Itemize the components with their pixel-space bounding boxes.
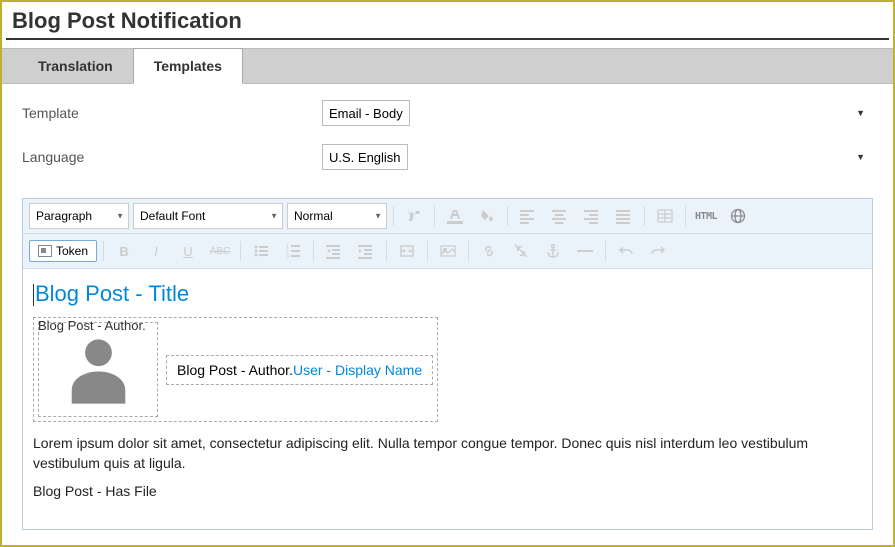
- bg-color-icon[interactable]: [473, 203, 501, 229]
- align-justify-icon[interactable]: [610, 203, 638, 229]
- tab-bar: Translation Templates: [2, 48, 893, 84]
- toolbar-separator: [103, 241, 104, 261]
- page-title: Blog Post Notification: [2, 2, 893, 38]
- title-token-text: Blog Post - Title: [35, 281, 189, 306]
- editor-body-text[interactable]: Lorem ipsum dolor sit amet, consectetur …: [33, 434, 862, 473]
- image-icon[interactable]: [434, 238, 462, 264]
- svg-text:3: 3: [286, 254, 289, 259]
- title-divider: [6, 38, 889, 40]
- toolbar-separator: [393, 206, 394, 226]
- person-silhouette-icon: [66, 334, 131, 409]
- undo-icon[interactable]: [612, 238, 640, 264]
- link-icon[interactable]: [475, 238, 503, 264]
- template-select-wrap: Email - Body: [322, 100, 873, 126]
- unlink-icon[interactable]: [507, 238, 535, 264]
- number-list-icon[interactable]: 123: [279, 238, 307, 264]
- italic-icon[interactable]: I: [142, 238, 170, 264]
- author-avatar-cell: [38, 322, 158, 417]
- template-row: Template Email - Body: [22, 100, 873, 126]
- author-box-label: Blog Post - Author.: [38, 318, 146, 333]
- paragraph-select[interactable]: Paragraph: [29, 203, 129, 229]
- token-icon: [38, 245, 52, 257]
- author-display-name-link[interactable]: User - Display Name: [293, 362, 422, 378]
- outdent-icon[interactable]: [320, 238, 348, 264]
- align-center-icon[interactable]: [546, 203, 574, 229]
- toolbar-separator: [605, 241, 606, 261]
- bold-icon[interactable]: B: [110, 238, 138, 264]
- toolbar-separator: [313, 241, 314, 261]
- token-button-label: Token: [56, 244, 88, 258]
- token-button[interactable]: Token: [29, 240, 97, 262]
- align-right-icon[interactable]: [578, 203, 606, 229]
- code-block-icon[interactable]: [393, 238, 421, 264]
- author-name-cell: Blog Post - Author.User - Display Name: [166, 355, 433, 385]
- hasfile-token[interactable]: Blog Post - Has File: [33, 483, 862, 499]
- globe-icon[interactable]: [724, 203, 752, 229]
- toolbar-separator: [427, 241, 428, 261]
- font-color-icon[interactable]: [441, 203, 469, 229]
- tab-translation[interactable]: Translation: [18, 49, 133, 83]
- language-label: Language: [22, 149, 322, 165]
- hr-icon[interactable]: [571, 238, 599, 264]
- language-select[interactable]: U.S. English: [322, 144, 408, 170]
- strikethrough-icon[interactable]: ABC: [206, 238, 234, 264]
- template-select[interactable]: Email - Body: [322, 100, 410, 126]
- table-icon[interactable]: [651, 203, 679, 229]
- size-select[interactable]: Normal: [287, 203, 387, 229]
- indent-icon[interactable]: [352, 238, 380, 264]
- toolbar-row-1: Paragraph Default Font Normal HTML: [23, 199, 872, 234]
- editor-title-token[interactable]: Blog Post - Title: [33, 281, 862, 307]
- toolbar-row-2: Token B I U ABC 123: [23, 234, 872, 269]
- underline-icon[interactable]: U: [174, 238, 202, 264]
- tab-templates[interactable]: Templates: [133, 48, 243, 84]
- html-source-button[interactable]: HTML: [692, 203, 720, 229]
- language-select-wrap: U.S. English: [322, 144, 873, 170]
- anchor-icon[interactable]: [539, 238, 567, 264]
- rich-text-editor: Paragraph Default Font Normal HTML Token…: [22, 198, 873, 530]
- remove-format-icon[interactable]: [400, 203, 428, 229]
- redo-icon[interactable]: [644, 238, 672, 264]
- author-name-prefix: Blog Post - Author.: [177, 362, 293, 378]
- toolbar-separator: [685, 206, 686, 226]
- bullet-list-icon[interactable]: [247, 238, 275, 264]
- toolbar-separator: [386, 241, 387, 261]
- toolbar-separator: [468, 241, 469, 261]
- form-area: Template Email - Body Language U.S. Engl…: [2, 84, 893, 198]
- language-row: Language U.S. English: [22, 144, 873, 170]
- align-left-icon[interactable]: [514, 203, 542, 229]
- toolbar-separator: [644, 206, 645, 226]
- font-select[interactable]: Default Font: [133, 203, 283, 229]
- toolbar-separator: [507, 206, 508, 226]
- toolbar-separator: [434, 206, 435, 226]
- text-cursor: [33, 284, 34, 306]
- editor-content-area[interactable]: Blog Post - Title Blog Post - Author.Use…: [23, 269, 872, 529]
- template-label: Template: [22, 105, 322, 121]
- toolbar-separator: [240, 241, 241, 261]
